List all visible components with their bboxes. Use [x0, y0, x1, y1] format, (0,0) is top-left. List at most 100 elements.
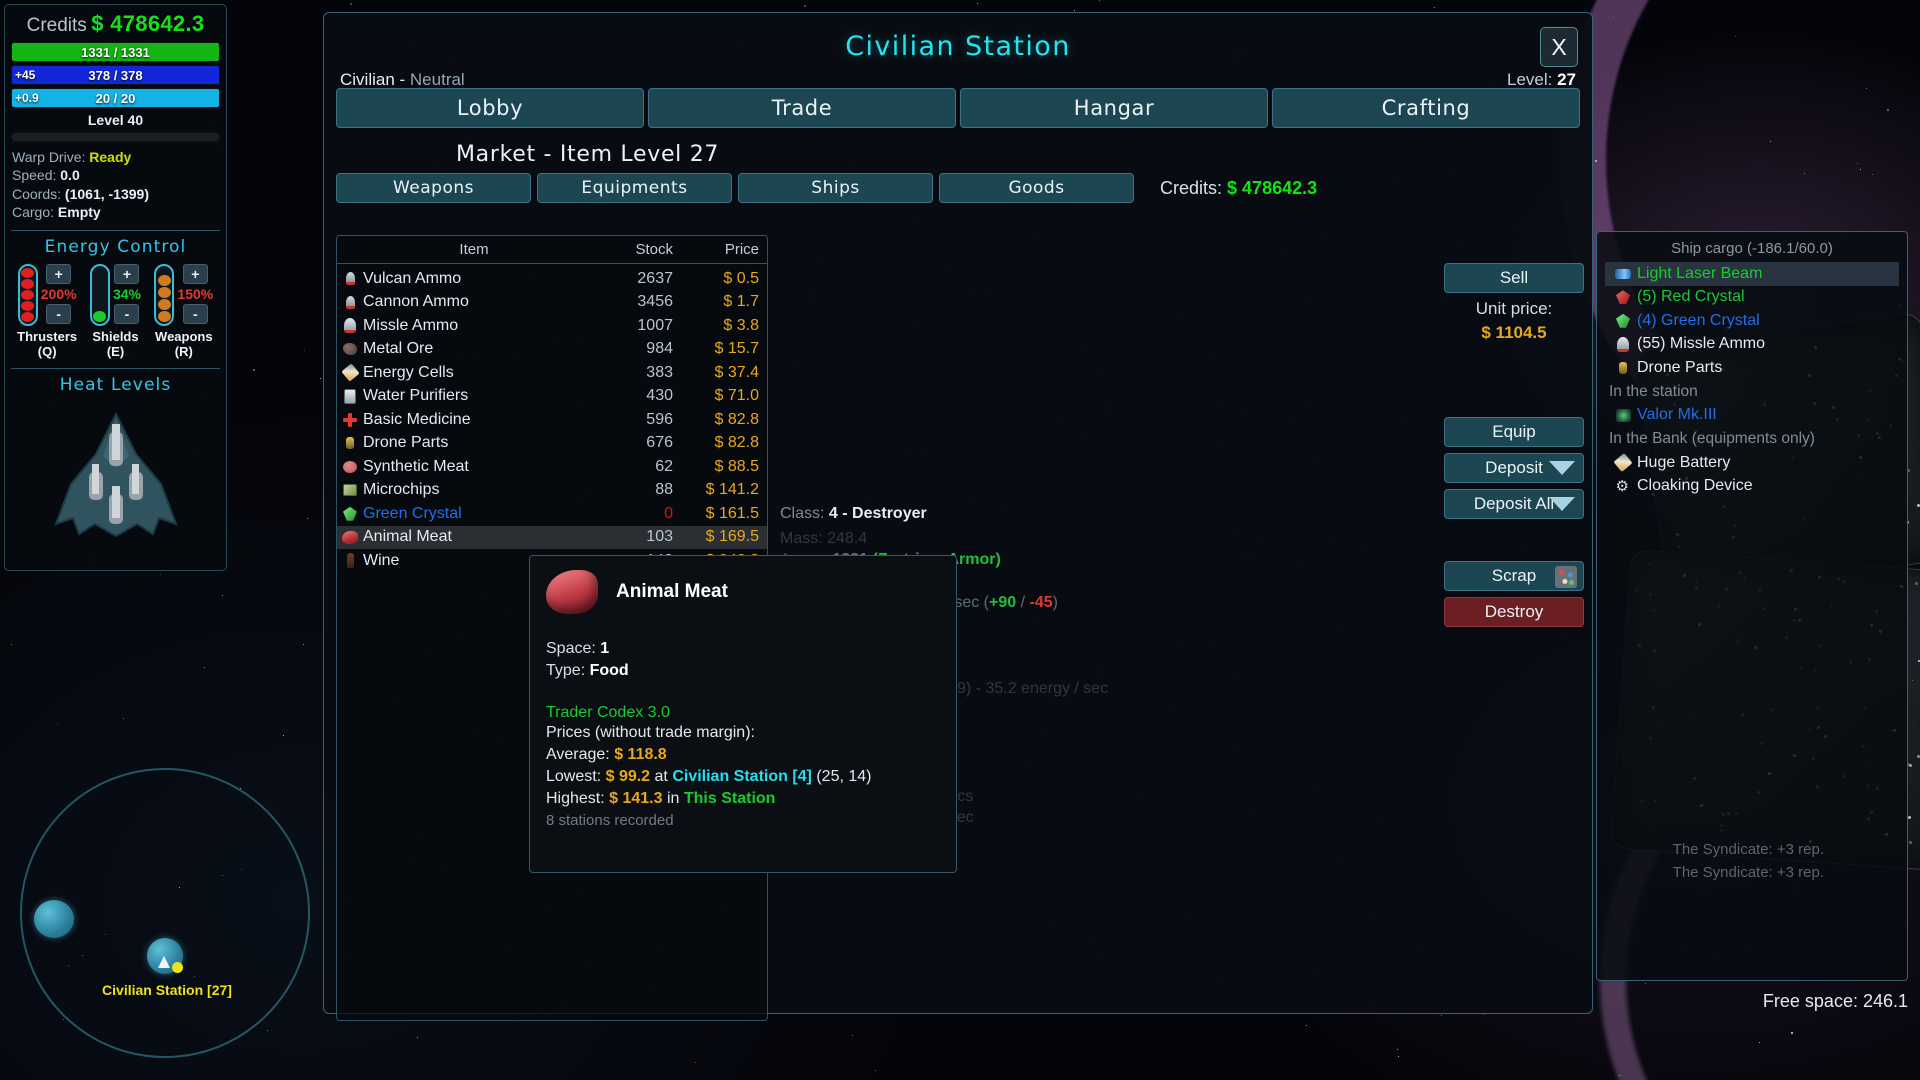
- market-row[interactable]: Synthetic Meat 62 $ 88.5: [337, 455, 767, 479]
- medicine-icon-glyph: [343, 412, 357, 427]
- market-row[interactable]: Metal Ore 984 $ 15.7: [337, 338, 767, 362]
- energy-decrease-button-thrusters[interactable]: -: [46, 303, 72, 324]
- battery-icon-glyph: [1613, 453, 1633, 473]
- laser-icon: [1609, 268, 1637, 279]
- market-item-name: Water Purifiers: [363, 387, 469, 405]
- energy-group-name: Weapons: [155, 328, 213, 344]
- energy-group-controls: +34% -: [89, 263, 141, 326]
- cargo-item[interactable]: Huge Battery: [1605, 451, 1899, 475]
- credits-label: Credits: [26, 15, 87, 36]
- cargo-item[interactable]: Drone Parts: [1605, 356, 1899, 380]
- market-row[interactable]: Basic Medicine 596 $ 82.8: [337, 408, 767, 432]
- market-tab-goods[interactable]: Goods: [939, 173, 1134, 203]
- deposit-button[interactable]: Deposit: [1444, 453, 1584, 483]
- tab-crafting[interactable]: Crafting: [1272, 88, 1580, 128]
- station-faction: Civilian - Neutral: [340, 70, 465, 90]
- energy-control-row: +200% - Thrusters (Q) +34% - Shields (E) +150% - W…: [11, 263, 220, 360]
- cargo-item[interactable]: (55) Missle Ammo: [1605, 333, 1899, 357]
- tab-lobby[interactable]: Lobby: [336, 88, 644, 128]
- ship-class-row: Class: 4 - Destroyer: [780, 503, 1420, 525]
- tab-hangar[interactable]: Hangar: [960, 88, 1268, 128]
- energy-level-tube-weapons[interactable]: [154, 263, 175, 326]
- market-item-price: $ 169.5: [705, 528, 759, 546]
- tab-trade[interactable]: Trade: [648, 88, 956, 128]
- energy-group-shields: +34% - Shields (E): [81, 263, 149, 360]
- energy-dot: [21, 278, 35, 289]
- microchip-icon-glyph: [343, 484, 357, 497]
- market-tab-ships[interactable]: Ships: [738, 173, 933, 203]
- energy-increase-button-shields[interactable]: +: [114, 263, 140, 284]
- market-row[interactable]: Animal Meat 103 $ 169.5: [337, 525, 767, 549]
- energy-increase-button-weapons[interactable]: +: [182, 263, 208, 284]
- shield-bar: +0.9 20 / 20: [11, 88, 220, 108]
- market-item-name: Green Crystal: [363, 504, 462, 522]
- market-item-name: Synthetic Meat: [363, 457, 469, 475]
- energy-group-label: Thrusters (Q): [17, 328, 78, 360]
- equip-button[interactable]: Equip: [1444, 417, 1584, 447]
- cargo-item[interactable]: ⚙ Cloaking Device: [1605, 475, 1899, 499]
- energy-decrease-button-shields[interactable]: -: [114, 303, 140, 324]
- drone-parts-icon-glyph: [346, 437, 354, 450]
- radar-station-dot: [172, 962, 183, 973]
- tooltip-lowest-at: at: [650, 768, 673, 785]
- shield-delta: +0.9: [15, 91, 39, 105]
- item-tooltip: Animal Meat Space: 1 Type: Food Trader C…: [529, 555, 957, 873]
- faction-name: Civilian -: [340, 70, 410, 89]
- market-row[interactable]: Green Crystal 0 $ 161.5: [337, 502, 767, 526]
- energy-level-tube-shields[interactable]: [89, 263, 110, 326]
- market-row[interactable]: Vulcan Ammo 2637 $ 0.5: [337, 267, 767, 291]
- coords-row: Coords: (1061, -1399): [11, 185, 220, 203]
- market-row[interactable]: Microchips 88 $ 141.2: [337, 479, 767, 503]
- radar-minimap[interactable]: Civilian Station [27]: [12, 760, 322, 1060]
- energy-buttons: +200% -: [41, 263, 77, 324]
- scrap-button[interactable]: Scrap: [1444, 561, 1584, 591]
- close-button[interactable]: X: [1540, 27, 1578, 67]
- market-row[interactable]: Cannon Ammo 3456 $ 1.7: [337, 291, 767, 315]
- energy-dot: [21, 289, 35, 300]
- market-row[interactable]: Drone Parts 676 $ 82.8: [337, 432, 767, 456]
- laser-icon-glyph: [1615, 268, 1631, 279]
- cargo-item[interactable]: Valor Mk.III: [1605, 404, 1899, 428]
- speed-value: 0.0: [60, 167, 80, 184]
- destroy-button[interactable]: Destroy: [1444, 597, 1584, 627]
- tooltip-highest-label: Highest:: [546, 790, 610, 807]
- market-tab-equipments[interactable]: Equipments: [537, 173, 732, 203]
- market-table-header: Item Stock Price: [337, 236, 767, 263]
- market-header: Market - Item Level 27: [456, 142, 720, 167]
- energy-percent-shields: 34%: [112, 285, 141, 302]
- market-row[interactable]: Missle Ammo 1007 $ 3.8: [337, 314, 767, 338]
- energy-group-name: Shields: [92, 328, 139, 344]
- cargo-item[interactable]: Light Laser Beam: [1605, 262, 1899, 286]
- gear-icon-glyph: ⚙: [1615, 477, 1629, 495]
- energy-group-label: Shields (E): [92, 328, 139, 360]
- market-row[interactable]: Water Purifiers 430 $ 71.0: [337, 385, 767, 409]
- ship-class-label: Class:: [780, 505, 829, 522]
- energy-percent-weapons: 150%: [177, 285, 214, 302]
- heat-levels-title: Heat Levels: [59, 374, 172, 395]
- drone-parts-icon: [337, 437, 363, 450]
- tooltip-codex: Trader Codex 3.0: [546, 704, 670, 721]
- energy-decrease-button-weapons[interactable]: -: [182, 303, 208, 324]
- market-item-stock: 596: [646, 410, 673, 428]
- tooltip-header: Animal Meat: [546, 570, 940, 614]
- cargo-item-name: (5) Red Crystal: [1637, 288, 1745, 306]
- cargo-item-name: Valor Mk.III: [1637, 406, 1717, 424]
- market-item-price: $ 1.7: [723, 293, 759, 311]
- coords-value: (1061, -1399): [64, 185, 149, 202]
- market-tab-weapons[interactable]: Weapons: [336, 173, 531, 203]
- energy-level-tube-thrusters[interactable]: [17, 263, 38, 326]
- market-row[interactable]: Energy Cells 383 $ 37.4: [337, 361, 767, 385]
- energy-increase-button-thrusters[interactable]: +: [46, 263, 72, 284]
- energy-group-hotkey: (Q): [37, 343, 57, 359]
- unit-price-value: $ 1104.5: [1481, 323, 1547, 342]
- radar-player-ship-icon: [158, 956, 170, 968]
- cargo-item[interactable]: (4) Green Crystal: [1605, 309, 1899, 333]
- energy-group-name: Thrusters: [17, 328, 78, 344]
- cargo-item[interactable]: (5) Red Crystal: [1605, 286, 1899, 310]
- heat-levels-diagram: [11, 402, 220, 562]
- cargo-row: Cargo: Empty: [11, 203, 220, 221]
- deposit-all-button[interactable]: Deposit All: [1444, 489, 1584, 519]
- energy-dot: [157, 298, 171, 310]
- sell-button[interactable]: Sell: [1444, 263, 1584, 293]
- cargo-section-bank: In the Bank (equipments only): [1609, 430, 1815, 447]
